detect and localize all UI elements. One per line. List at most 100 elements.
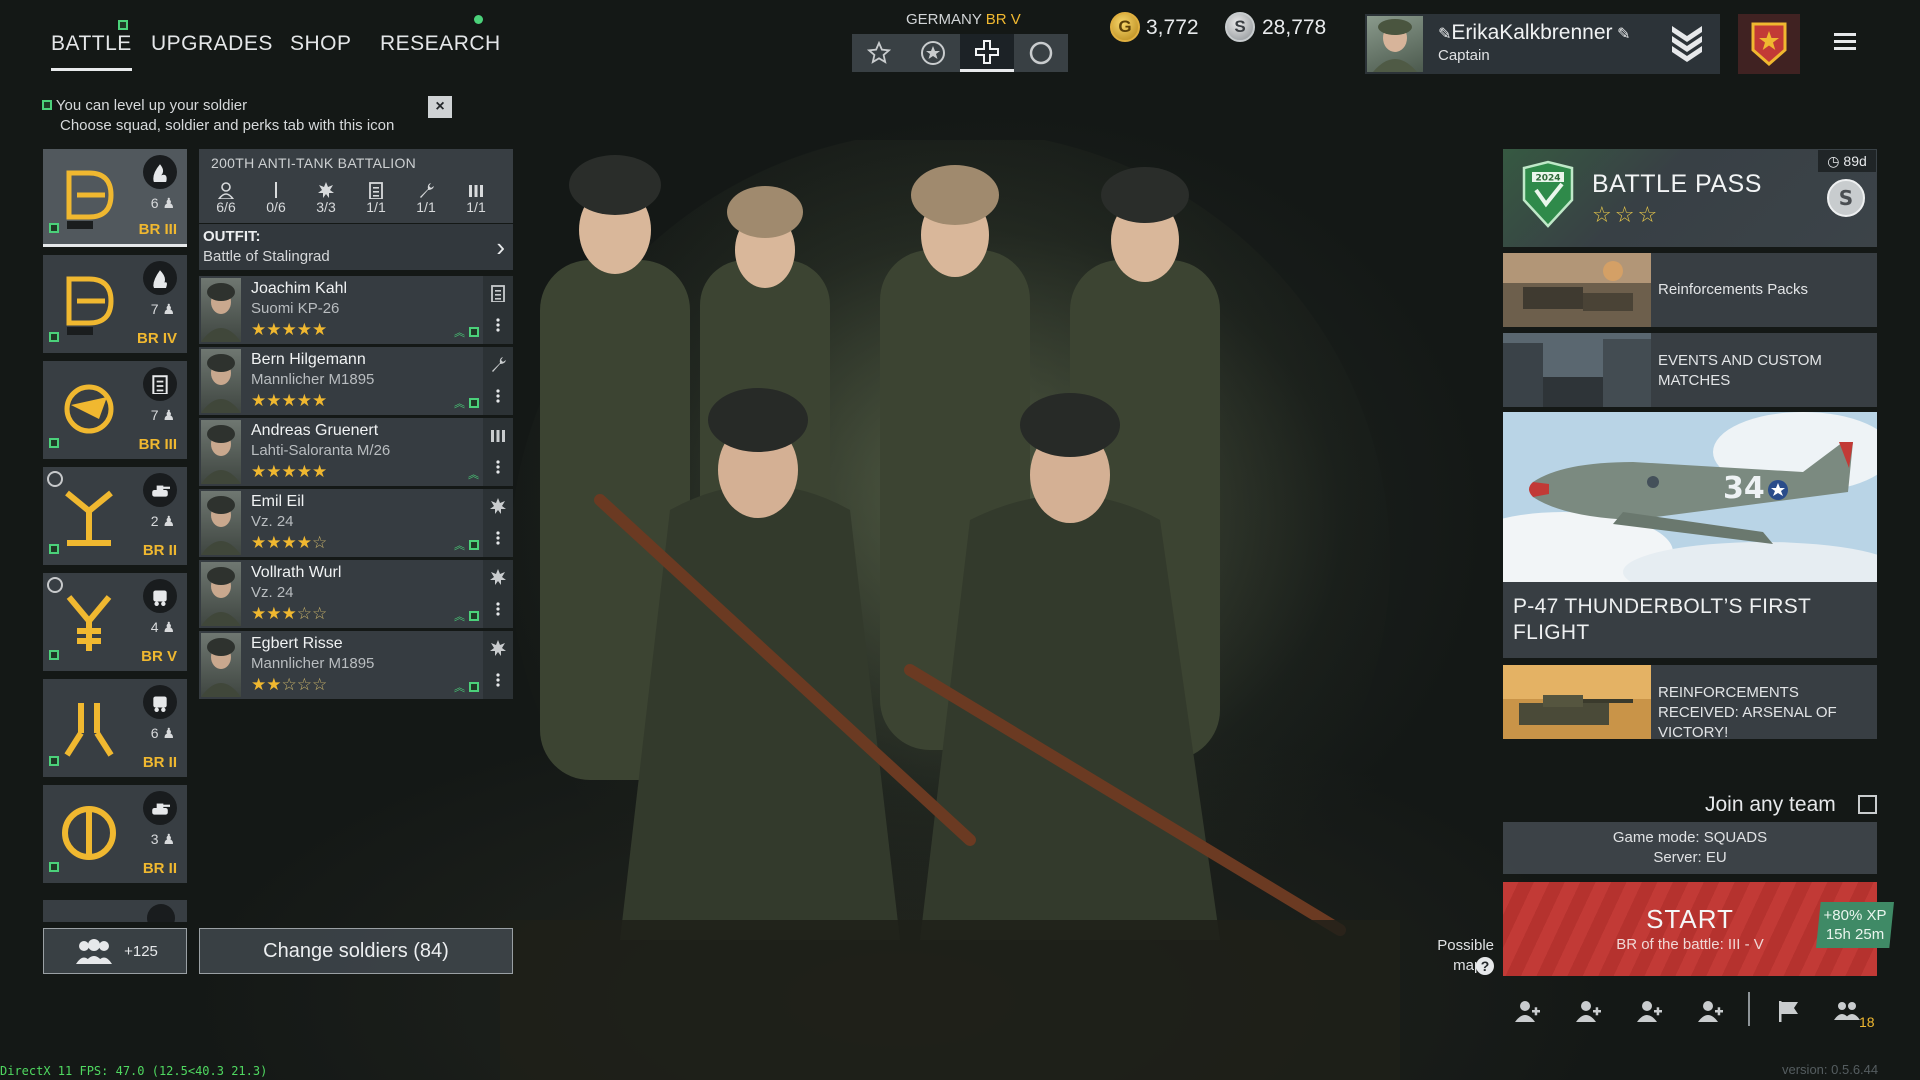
soldier-row[interactable]: Andreas Gruenert Lahti-Saloranta M/26 ★★★★… (199, 418, 513, 486)
outfit-selector[interactable]: OUTFIT: Battle of Stalingrad › (199, 224, 513, 270)
invite-friend-icon[interactable] (1636, 1000, 1662, 1022)
person-icon: ♟ (162, 407, 175, 423)
rewards-medal-button[interactable] (1738, 14, 1800, 74)
hint-line-1: You can level up your soldier (55, 97, 248, 114)
promo-reinforcements[interactable]: Reinforcements Packs (1503, 253, 1877, 327)
promo-arsenal[interactable]: REINFORCEMENTS RECEIVED: ARSENAL OF VICT… (1503, 665, 1877, 741)
soldier-row[interactable]: Bern Hilgemann Mannlicher M1895 ★★★★★ ︽ (199, 347, 513, 415)
squad-scene (500, 140, 1400, 1080)
change-soldiers-button[interactable]: Change soldiers (84) (199, 928, 513, 974)
level-up-square-icon (42, 100, 52, 110)
battle-pass-year: 2024 (1535, 174, 1560, 184)
help-icon[interactable]: ? (1476, 957, 1494, 975)
flag-icon[interactable] (1776, 1000, 1802, 1022)
chevron-up-icon: ︽ (454, 540, 465, 552)
person-icon: ♟ (162, 513, 175, 529)
squad-roster: 200TH ANTI-TANK BATTALION 6/6 0/6 3/3 1/1 1/… (199, 149, 513, 223)
invite-friend-icon[interactable] (1514, 1000, 1540, 1022)
squad-card[interactable]: 7 ♟ BR IV (43, 255, 187, 353)
slot-list[interactable]: 1/1 (351, 177, 401, 215)
tab-shop-label: SHOP (290, 32, 352, 55)
squad-card[interactable]: 4 ♟ BR V (43, 573, 187, 671)
friends-group-icon[interactable] (1834, 1000, 1860, 1022)
silver-amount: 28,778 (1262, 16, 1327, 39)
soldier-role[interactable] (483, 347, 513, 415)
p47-plane-image: 34 (1503, 412, 1877, 582)
list-icon (143, 367, 177, 401)
slot-wrench[interactable]: 1/1 (401, 177, 451, 215)
soldier-role[interactable] (483, 418, 513, 486)
squad-br: BR V (141, 648, 177, 665)
squad-card[interactable]: 6 ♟ BR II (43, 679, 187, 777)
wrench-icon (401, 177, 451, 199)
xp-bonus: +80% XP (1823, 907, 1887, 924)
soldier-upgrade-badges: ︽ (468, 466, 479, 482)
ammo-icon (451, 177, 501, 199)
game-mode-info[interactable]: Game mode: SQUADS Server: EU (1503, 822, 1877, 874)
soldier-row[interactable]: Joachim Kahl Suomi KP-26 ★★★★★ ︽ (199, 276, 513, 344)
chevron-right-icon: › (496, 232, 505, 262)
slot-explosion[interactable]: 3/3 (301, 177, 351, 215)
nation-option-roundel[interactable] (1014, 34, 1068, 72)
pin-icon: ✎ (1438, 26, 1452, 43)
avatar (1367, 16, 1423, 72)
join-any-team-label: Join any team (1705, 793, 1836, 816)
level-up-indicator (49, 329, 59, 347)
soldier-role[interactable] (483, 631, 513, 699)
explosion-icon (301, 177, 351, 199)
tab-battle[interactable]: BATTLE (51, 32, 132, 71)
soldier-role[interactable] (483, 560, 513, 628)
level-up-indicator (49, 541, 59, 559)
nation-option-circle-star[interactable] (906, 34, 960, 72)
soldier-rating-stars: ★★★★★ (251, 462, 328, 481)
nation-name: GERMANY (906, 11, 982, 28)
squad-card[interactable]: 2 ♟ BR II (43, 467, 187, 565)
more-options-icon (496, 602, 500, 616)
squad-card[interactable]: 6 ♟ BR III (43, 149, 187, 247)
squad-br: BR III (138, 436, 177, 453)
gold-amount: 3,772 (1146, 16, 1199, 39)
nation-option-star[interactable] (852, 34, 906, 72)
wrench-icon (489, 355, 507, 373)
rank-chevrons-icon (1672, 26, 1702, 62)
squad-br: BR II (142, 542, 177, 559)
tab-research[interactable]: RESEARCH (380, 32, 501, 56)
join-any-team-checkbox[interactable] (1858, 795, 1877, 814)
nation-option-germany[interactable] (960, 34, 1014, 72)
close-hint-button[interactable]: × (428, 96, 452, 118)
add-squad-button[interactable]: +125 (43, 928, 187, 974)
squad-card-partial[interactable] (43, 900, 187, 922)
tank-icon (143, 791, 177, 825)
soldier-row[interactable]: Vollrath Wurl Vz. 24 ★★★☆☆ ︽ (199, 560, 513, 628)
change-soldiers-label: Change soldiers (84) (263, 939, 449, 962)
hamburger-menu-icon[interactable] (1830, 26, 1860, 56)
level-up-square-icon (49, 438, 59, 448)
soldier-row[interactable]: Emil Eil Vz. 24 ★★★★☆ ︽ (199, 489, 513, 557)
explosion-icon (489, 497, 507, 515)
soldier-role[interactable] (483, 489, 513, 557)
xp-time: 15h 25m (1825, 926, 1885, 943)
slot-value: 1/1 (466, 199, 486, 215)
circle-star-icon (921, 41, 945, 65)
squad-card[interactable]: 3 ♟ BR II (43, 785, 187, 883)
more-options-icon (496, 318, 500, 332)
squad-card[interactable]: 7 ♟ BR III (43, 361, 187, 459)
slot-rifle[interactable]: 0/6 (251, 177, 301, 215)
soldier-role[interactable] (483, 276, 513, 344)
silver-coin-icon: S (1225, 12, 1255, 42)
player-name[interactable]: ✎ErikaKalkbrenner ✎ (1438, 21, 1630, 45)
promo-events[interactable]: EVENTS AND CUSTOM MATCHES (1503, 333, 1877, 407)
soldier-row[interactable]: Egbert Risse Mannlicher M1895 ★★☆☆☆ ︽ (199, 631, 513, 699)
slot-ammo[interactable]: 1/1 (451, 177, 501, 215)
squad-soldier-count: 3 ♟ (150, 831, 175, 847)
soldier-upgrade-badges: ︽ (454, 679, 479, 695)
chevron-up-icon: ︽ (454, 398, 465, 410)
slot-soldier[interactable]: 6/6 (201, 177, 251, 215)
tab-shop[interactable]: SHOP (290, 32, 352, 56)
invite-friend-icon[interactable] (1697, 1000, 1723, 1022)
tab-upgrades[interactable]: UPGRADES (151, 32, 273, 56)
vehicle-icon (143, 685, 177, 719)
star-icon (867, 41, 891, 64)
soldier-portrait (201, 491, 241, 555)
invite-friend-icon[interactable] (1575, 1000, 1601, 1022)
